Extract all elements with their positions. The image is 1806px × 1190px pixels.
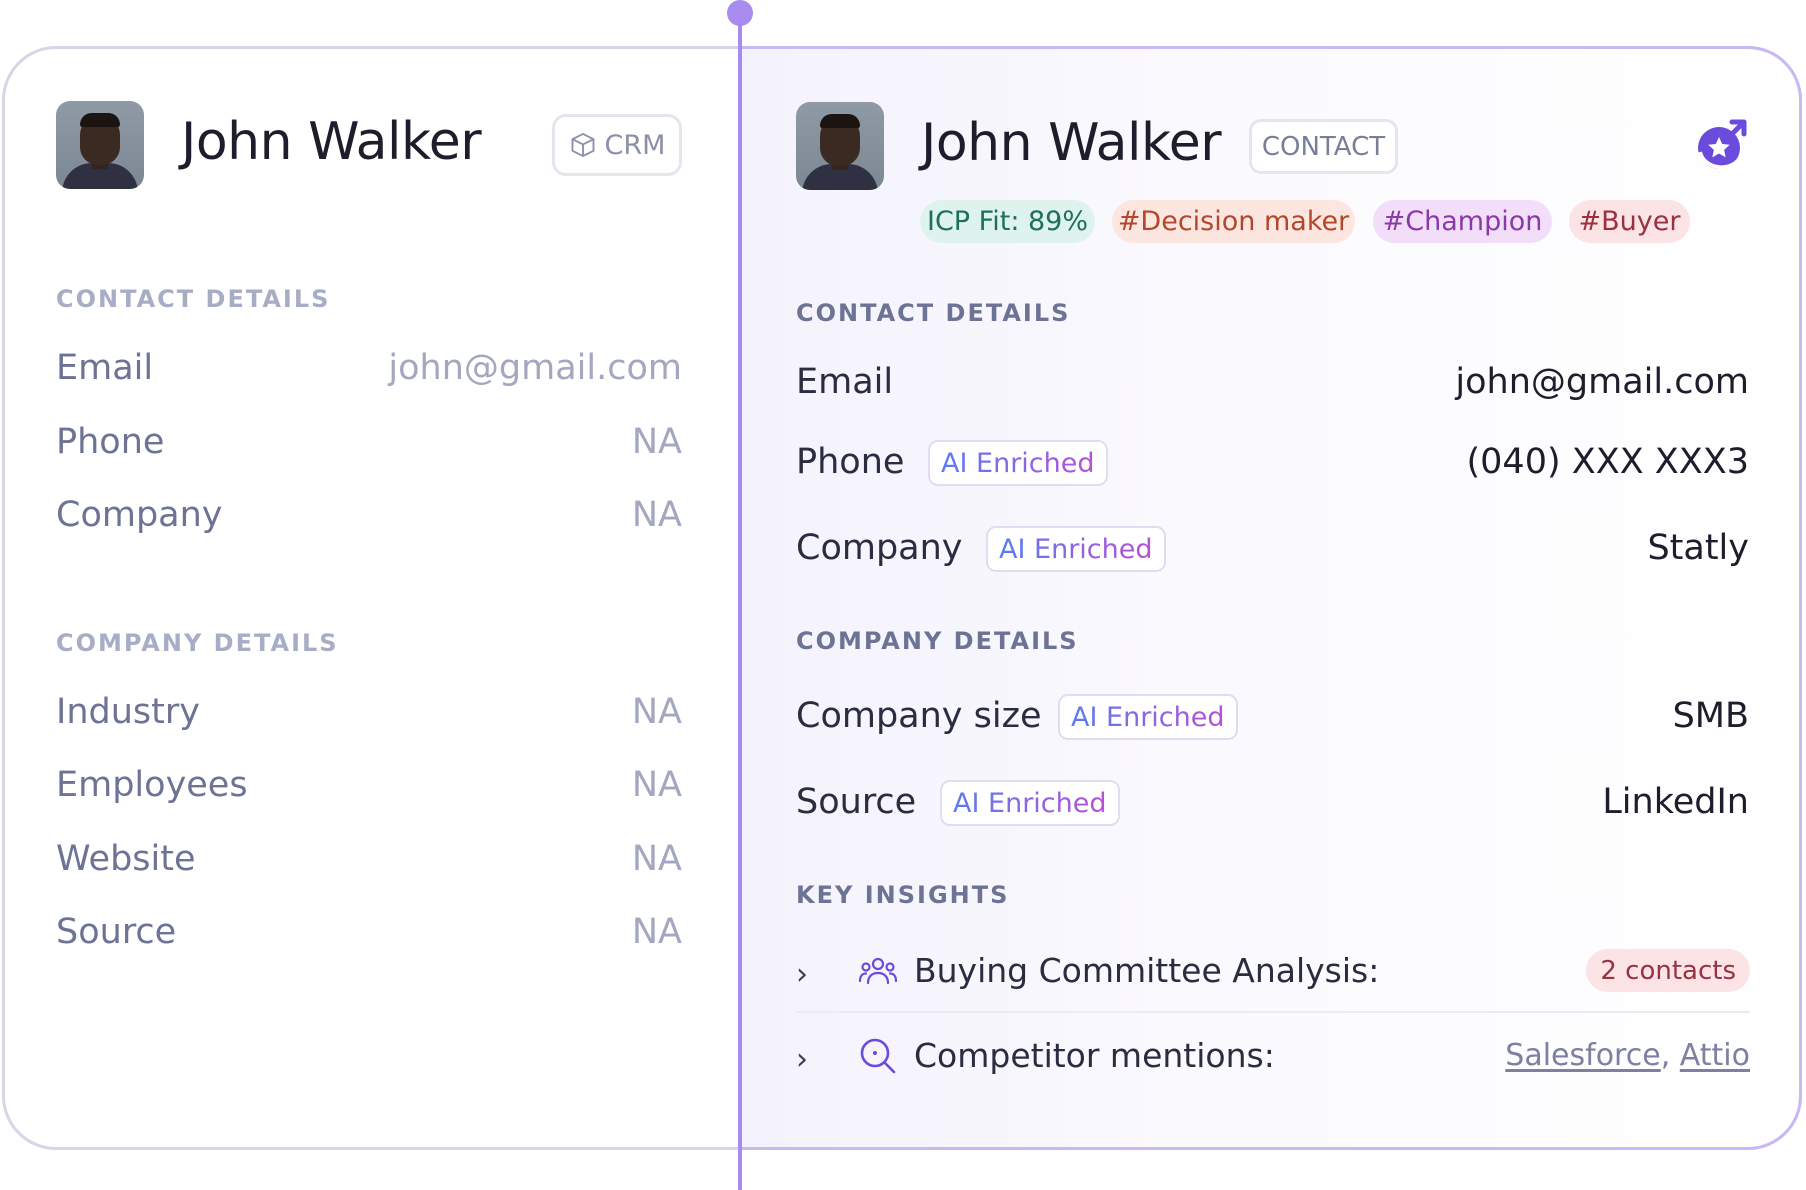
comparison-divider[interactable] (738, 12, 742, 1190)
section-key-insights: KEY INSIGHTS (796, 881, 1010, 909)
field-label-company-size: Company size (796, 696, 1042, 736)
section-company-details: COMPANY DETAILS (56, 629, 339, 657)
avatar (56, 101, 144, 189)
field-value-source: NA (631, 912, 682, 952)
field-label-source: Source (56, 912, 177, 952)
field-value-company-size: SMB (1672, 696, 1749, 736)
insight-competitors[interactable]: › Competitor mentions: Salesforce, Attio (796, 1022, 1750, 1092)
field-value-company: Statly (1647, 528, 1749, 568)
field-value-employees: NA (631, 765, 682, 805)
field-value-email: john@gmail.com (1455, 362, 1749, 402)
field-value-phone: (040) XXX XXX3 (1466, 442, 1750, 482)
field-label-phone: Phone (796, 442, 905, 482)
competitor-links: Salesforce, Attio (1505, 1038, 1750, 1073)
competitor-link-attio[interactable]: Attio (1680, 1038, 1750, 1073)
insight-label: Buying Committee Analysis: (914, 951, 1380, 990)
field-label-phone: Phone (56, 422, 165, 462)
tag-champion: #Champion (1373, 200, 1552, 243)
section-company-details: COMPANY DETAILS (796, 627, 1079, 655)
tag-buyer: #Buyer (1569, 200, 1690, 243)
field-label-company: Company (56, 495, 223, 535)
field-label-email: Email (56, 348, 154, 388)
section-contact-details: CONTACT DETAILS (796, 299, 1071, 327)
contacts-count-badge: 2 contacts (1586, 949, 1750, 992)
crm-badge-label: CRM (604, 129, 666, 161)
field-value-website: NA (631, 839, 682, 879)
tag-icp-fit: ICP Fit: 89% (920, 200, 1095, 243)
field-value-email: john@gmail.com (388, 348, 682, 388)
brand-logo-icon[interactable] (1694, 116, 1748, 176)
tag-decision-maker: #Decision maker (1112, 200, 1355, 243)
field-value-industry: NA (631, 692, 682, 732)
users-icon (858, 957, 898, 985)
avatar (796, 102, 884, 190)
chevron-right-icon[interactable]: › (796, 1042, 808, 1077)
field-value-phone: NA (631, 422, 682, 462)
field-label-website: Website (56, 839, 196, 879)
competitor-link-salesforce[interactable]: Salesforce (1505, 1038, 1660, 1073)
contact-name: John Walker (921, 113, 1222, 173)
divider-handle[interactable] (727, 0, 753, 26)
section-contact-details: CONTACT DETAILS (56, 285, 331, 313)
field-value-company: NA (631, 495, 682, 535)
field-label-company: Company (796, 528, 963, 568)
search-icon (860, 1038, 896, 1074)
ai-enriched-badge: AI Enriched (1058, 694, 1238, 740)
ai-enriched-badge: AI Enriched (928, 440, 1108, 486)
ai-enriched-badge: AI Enriched (940, 780, 1120, 826)
insight-label: Competitor mentions: (914, 1036, 1275, 1075)
contact-badge: CONTACT (1249, 119, 1398, 174)
link-separator: , (1660, 1038, 1671, 1073)
cube-icon (571, 132, 594, 158)
contact-name: John Walker (181, 112, 482, 172)
ai-enriched-badge: AI Enriched (986, 526, 1166, 572)
field-label-email: Email (796, 362, 894, 402)
insight-buying-committee[interactable]: › Buying Committee Analysis: 2 contacts (796, 937, 1750, 1007)
field-label-industry: Industry (56, 692, 200, 732)
chevron-right-icon[interactable]: › (796, 957, 808, 992)
field-label-source: Source (796, 782, 917, 822)
crm-badge: CRM (552, 114, 682, 176)
field-label-employees: Employees (56, 765, 248, 805)
field-value-source: LinkedIn (1602, 782, 1749, 822)
divider (796, 1011, 1750, 1013)
